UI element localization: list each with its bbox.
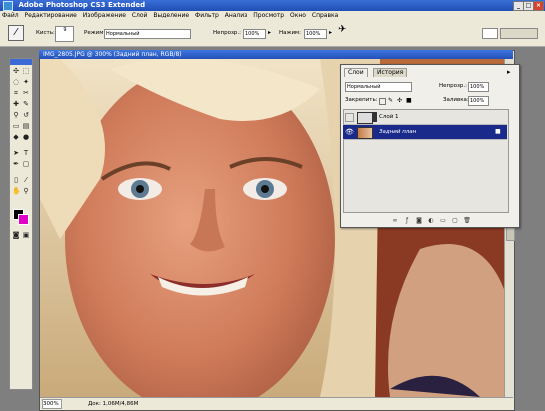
menu-layer[interactable]: Слой <box>130 12 150 19</box>
zoom-tool-icon[interactable]: ⚲ <box>22 187 30 195</box>
magic-wand-tool-icon[interactable]: ✦ <box>22 78 30 86</box>
menu-select[interactable]: Выделение <box>151 12 191 19</box>
photoshop-logo-icon <box>3 1 13 11</box>
opacity-input[interactable]: 100% <box>243 29 266 39</box>
eye-icon[interactable]: 👁 <box>345 128 354 136</box>
background-color-swatch[interactable] <box>18 214 29 225</box>
layer-style-icon[interactable]: ƒ <box>403 217 411 225</box>
marquee-tool-icon[interactable]: ⬚ <box>22 67 30 75</box>
adjustment-layer-icon[interactable]: ◐ <box>427 217 435 225</box>
lock-icon: ■ <box>495 128 501 135</box>
menu-file[interactable]: Файл <box>0 12 21 19</box>
opacity-value: 100% <box>245 31 260 37</box>
workspace-button[interactable] <box>482 28 498 39</box>
menu-filter[interactable]: Фильтр <box>193 12 221 19</box>
menu-edit[interactable]: Редактирование <box>23 12 79 19</box>
window-title: Adobe Photoshop CS3 Extended <box>18 1 146 9</box>
palette-well[interactable] <box>500 28 538 39</box>
pen-tool-icon[interactable]: ✒ <box>12 160 20 168</box>
eyedropper-tool-icon[interactable]: ⁄ <box>22 176 30 184</box>
blend-mode-select[interactable]: Нормальный <box>345 82 412 92</box>
panel-menu-icon[interactable]: ▸ <box>507 68 511 76</box>
layer-name: Задний план <box>379 129 417 135</box>
link-layers-icon[interactable]: ∞ <box>391 217 399 225</box>
options-bar: ⁄ Кисть: 9 Режим: Нормальный Непрозр.: 1… <box>0 20 545 47</box>
lock-pixels-icon[interactable]: ✎ <box>388 97 393 104</box>
layer-row-selected[interactable]: 👁 Задний план ■ <box>343 125 507 140</box>
menu-help[interactable]: Справка <box>310 12 340 19</box>
tab-layers[interactable]: Слои <box>344 68 368 77</box>
mode-value: Нормальный <box>106 31 140 37</box>
path-selection-tool-icon[interactable]: ➤ <box>12 149 20 157</box>
menu-analysis[interactable]: Анализ <box>223 12 250 19</box>
layer-row[interactable]: Слой 1 <box>343 110 507 125</box>
airbrush-icon[interactable]: ✈ <box>338 25 346 35</box>
toolbox-header <box>10 59 32 65</box>
slice-tool-icon[interactable]: ✂ <box>22 89 30 97</box>
hand-tool-icon[interactable]: ✋ <box>12 187 21 195</box>
layer-opacity-value: 100% <box>470 84 485 90</box>
layer-mask-icon <box>373 112 377 122</box>
eraser-tool-icon[interactable]: ▭ <box>12 122 20 130</box>
zoom-field[interactable]: 300% <box>42 399 62 409</box>
quick-mask-icon[interactable]: ◙ <box>12 231 20 239</box>
trash-icon[interactable]: 🗑 <box>463 217 471 225</box>
document-title: IMG_2805.JPG @ 300% (Задний план, RGB/8) <box>43 51 182 58</box>
title-bar: Adobe Photoshop CS3 Extended _ □ × <box>0 0 545 11</box>
menu-window[interactable]: Окно <box>288 12 308 19</box>
mode-label: Режим: <box>84 30 106 36</box>
close-button[interactable]: × <box>533 1 544 11</box>
brush-size: 9 <box>63 27 67 33</box>
opacity-chevron-icon[interactable]: ▸ <box>268 29 271 37</box>
brush-tool-preset-icon[interactable]: ⁄ <box>8 25 24 41</box>
fill-value: 100% <box>470 98 485 104</box>
move-tool-icon[interactable]: ✣ <box>12 67 20 75</box>
shape-tool-icon[interactable]: ▢ <box>22 160 30 168</box>
mode-select[interactable]: Нормальный <box>104 29 191 39</box>
flow-chevron-icon[interactable]: ▸ <box>329 29 332 37</box>
screen-mode-icon[interactable]: ▣ <box>22 231 30 239</box>
status-bar: 300% Док: 1,06M/4,86M <box>40 397 513 410</box>
document-title-bar: IMG_2805.JPG @ 300% (Задний план, RGB/8) <box>39 50 513 59</box>
flow-value: 100% <box>306 31 321 37</box>
brush-picker[interactable]: 9 <box>55 26 74 42</box>
layer-thumbnail <box>357 112 373 124</box>
toolbox: ✣ ⬚ ◌ ✦ ⌗ ✂ ✚ ✎ ⚲ ↺ ▭ ▤ ◆ ● ➤ T ✒ ▢ ▯ ⁄ … <box>9 58 33 390</box>
lock-transparency-icon[interactable] <box>379 98 386 105</box>
flow-input[interactable]: 100% <box>304 29 327 39</box>
tab-history[interactable]: История <box>373 68 408 77</box>
menu-view[interactable]: Просмотр <box>251 12 286 19</box>
brush-tool-icon[interactable]: ✎ <box>22 100 30 108</box>
clone-stamp-tool-icon[interactable]: ⚲ <box>12 111 20 119</box>
fill-label: Заливка: <box>443 97 469 103</box>
lock-position-icon[interactable]: ✣ <box>397 97 402 104</box>
layer-opacity-label: Непрозр.: <box>439 83 467 89</box>
notes-tool-icon[interactable]: ▯ <box>12 176 20 184</box>
fill-input[interactable]: 100% <box>468 96 489 106</box>
flow-label: Нажим: <box>279 30 302 36</box>
dodge-tool-icon[interactable]: ● <box>22 133 30 141</box>
brush-label: Кисть: <box>36 30 55 36</box>
lasso-tool-icon[interactable]: ◌ <box>12 78 20 86</box>
blend-mode-value: Нормальный <box>347 84 381 90</box>
lock-label: Закрепить: <box>345 97 378 103</box>
healing-brush-tool-icon[interactable]: ✚ <box>12 100 20 108</box>
add-mask-icon[interactable]: ◙ <box>415 217 423 225</box>
opacity-label: Непрозр.: <box>213 30 241 36</box>
layers-panel: Слои История ▸ Нормальный Непрозр.: 100%… <box>340 64 520 228</box>
blur-tool-icon[interactable]: ◆ <box>12 133 20 141</box>
menu-image[interactable]: Изображение <box>81 12 128 19</box>
gradient-tool-icon[interactable]: ▤ <box>22 122 30 130</box>
layer-name: Слой 1 <box>379 114 399 120</box>
layer-opacity-input[interactable]: 100% <box>468 82 489 92</box>
new-layer-icon[interactable]: ▢ <box>451 217 459 225</box>
type-tool-icon[interactable]: T <box>22 149 30 157</box>
layer-visibility-toggle[interactable] <box>345 113 354 122</box>
doc-size: Док: 1,06M/4,86M <box>88 401 139 407</box>
new-group-icon[interactable]: ▭ <box>439 217 447 225</box>
history-brush-tool-icon[interactable]: ↺ <box>22 111 30 119</box>
crop-tool-icon[interactable]: ⌗ <box>12 89 20 97</box>
layer-thumbnail <box>357 127 373 139</box>
lock-all-icon[interactable]: ■ <box>406 97 412 104</box>
